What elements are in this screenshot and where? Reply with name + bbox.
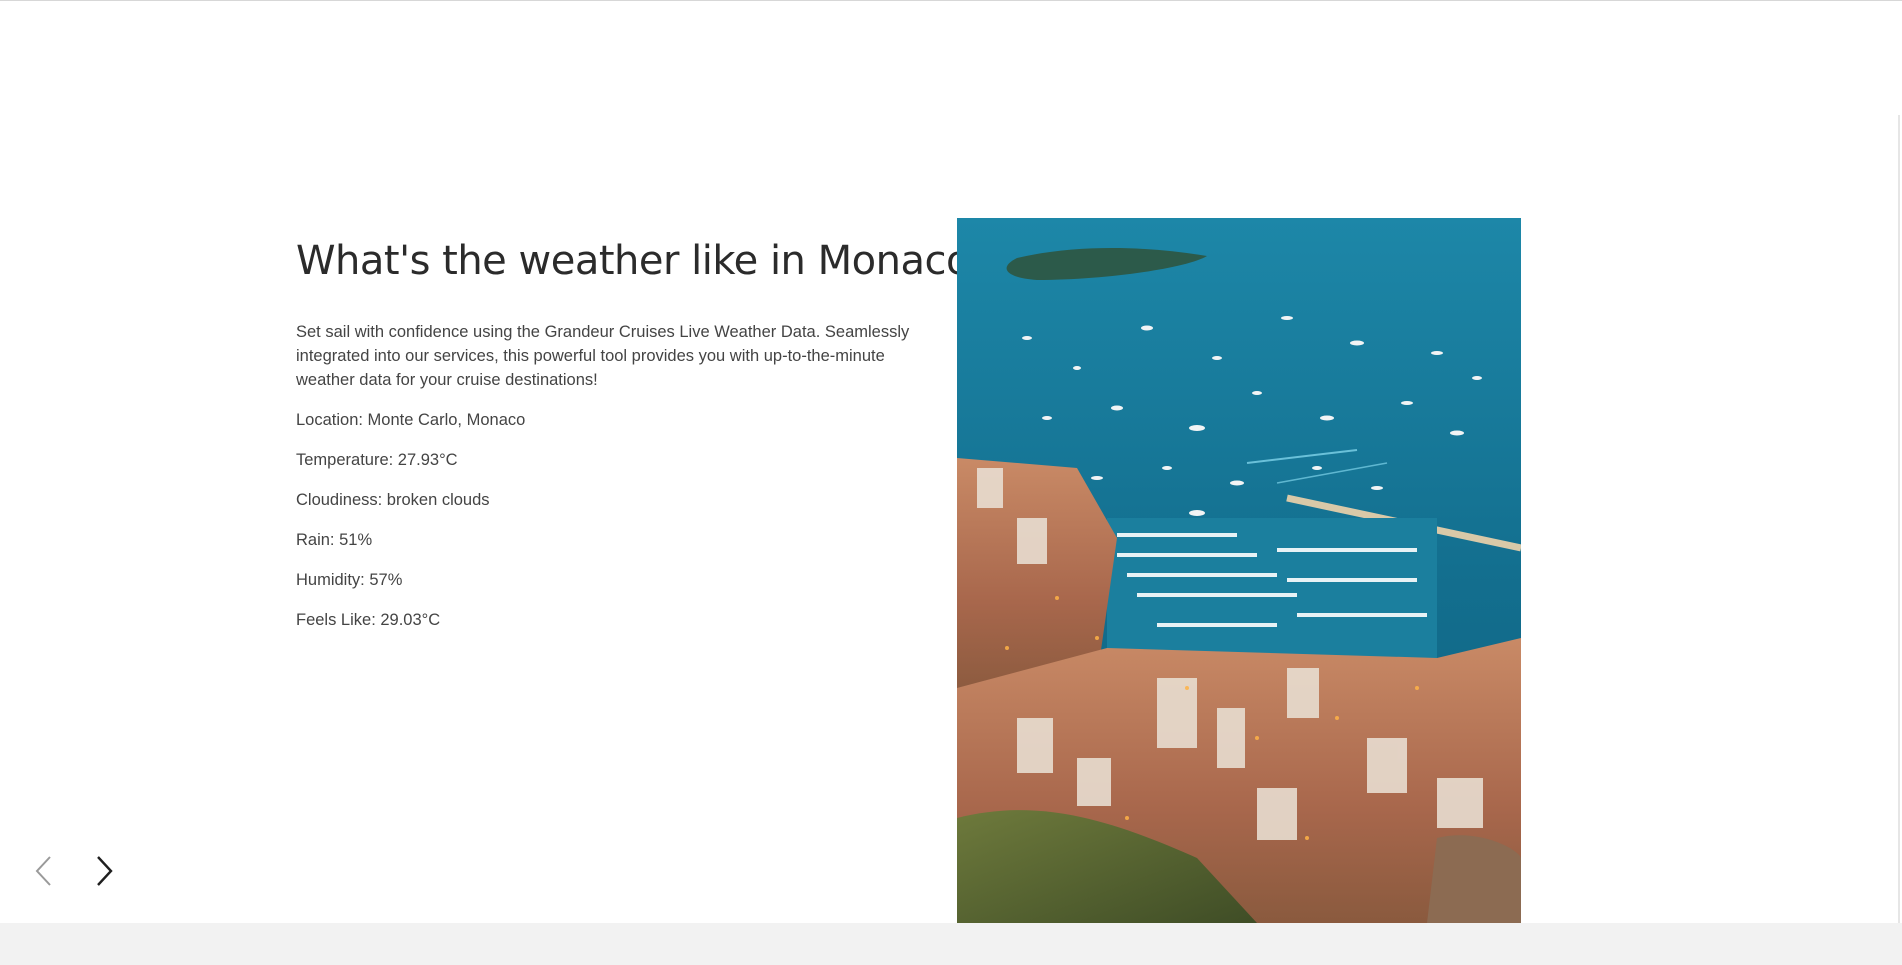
page-right-edge: [1898, 115, 1900, 923]
location-text: Location: Monte Carlo, Monaco: [296, 411, 526, 429]
cloudiness-text: Cloudiness: broken clouds: [296, 491, 490, 509]
top-divider: [0, 0, 1902, 1]
rain-text: Rain: 51%: [296, 531, 373, 549]
monaco-aerial-image: [957, 218, 1521, 923]
feels-like-text: Feels Like: 29.03°C: [296, 611, 441, 629]
intro-paragraph: Set sail with confidence using the Grand…: [296, 323, 910, 389]
previous-slide-button[interactable]: [26, 852, 62, 890]
temperature-text: Temperature: 27.93°C: [296, 451, 458, 469]
footer-band: [0, 923, 1902, 965]
monaco-harbor-photo: [957, 218, 1521, 923]
weather-text-block: What's the weather like in Monaco? Set s…: [296, 232, 991, 632]
chevron-right-icon: [97, 856, 113, 886]
chevron-left-icon: [35, 856, 51, 886]
next-slide-button[interactable]: [86, 852, 122, 890]
humidity-text: Humidity: 57%: [296, 571, 403, 589]
page-title: What's the weather like in Monaco?: [296, 238, 991, 284]
page: What's the weather like in Monaco? Set s…: [0, 0, 1902, 965]
